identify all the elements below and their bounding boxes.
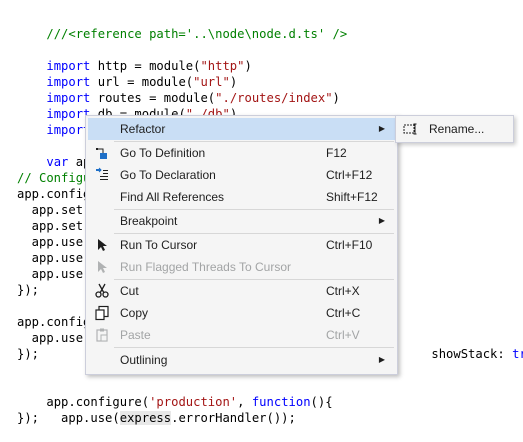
code-line: app.set xyxy=(17,219,84,233)
scissors-icon xyxy=(94,283,110,299)
menu-item-label: Run Flagged Threads To Cursor xyxy=(120,260,291,274)
code-line: }); xyxy=(17,411,40,425)
menu-item-rename[interactable]: Rename... xyxy=(429,122,484,136)
code-text: ) xyxy=(244,59,252,73)
shortcut-label: Shift+F12 xyxy=(326,190,378,204)
shortcut-label: Ctrl+F12 xyxy=(326,168,373,182)
menu-item-go-to-definition[interactable]: Go To Definition F12 xyxy=(88,142,395,164)
shortcut-label: Ctrl+X xyxy=(326,284,360,298)
code-line-import-db: import db = module("./db") xyxy=(17,90,237,121)
menu-separator xyxy=(114,347,394,348)
code-line: app.config xyxy=(17,315,91,329)
shortcut-label: F12 xyxy=(326,146,347,160)
menu-item-refactor[interactable]: Refactor ▶ xyxy=(88,118,395,140)
keyword: import xyxy=(46,123,91,137)
code-line: app.use xyxy=(17,235,84,249)
highlighted-identifier: express xyxy=(119,411,172,425)
refactor-submenu: Rename... xyxy=(395,115,514,143)
code-line: app.use xyxy=(17,267,84,281)
menu-item-label: Go To Declaration xyxy=(120,168,216,182)
rename-icon xyxy=(403,121,419,137)
shortcut-label: Ctrl+F10 xyxy=(326,238,373,252)
code-line-tail: showStack: true xyxy=(402,330,523,361)
code-text: showStack: xyxy=(431,347,513,361)
code-text: (){ xyxy=(310,395,333,409)
code-line-import-http: import http = module("http") xyxy=(17,42,251,73)
code-line-reference: ///<reference path='..\node\node.d.ts' /… xyxy=(17,10,347,41)
keyword: var xyxy=(46,155,69,169)
code-text: app.use( xyxy=(46,411,120,425)
menu-item-label: Find All References xyxy=(120,190,225,204)
context-menu: Refactor ▶ Go To Definition F12 Go To De… xyxy=(85,115,398,375)
comment: ///<reference path='..\node\node.d.ts' /… xyxy=(46,27,348,41)
menu-item-label: Refactor xyxy=(120,122,166,136)
code-line-configure-production: app.configure('production', function(){ xyxy=(17,378,332,409)
menu-item-run-flagged-threads[interactable]: Run Flagged Threads To Cursor xyxy=(88,256,395,278)
menu-item-breakpoint[interactable]: Breakpoint ▶ xyxy=(88,210,395,232)
menu-item-copy[interactable]: Copy Ctrl+C xyxy=(88,302,395,324)
keyword: true xyxy=(512,347,523,361)
code-line-import-routes: import routes = module("./routes/index") xyxy=(17,74,340,105)
copy-icon xyxy=(94,305,110,321)
shortcut-label: Ctrl+C xyxy=(326,306,361,320)
menu-item-label: Paste xyxy=(120,328,151,342)
code-text: .errorHandler()); xyxy=(171,411,296,425)
cursor-icon xyxy=(94,259,110,275)
code-text: ) xyxy=(332,91,340,105)
menu-item-find-all-references[interactable]: Find All References Shift+F12 xyxy=(88,186,395,208)
menu-item-cut[interactable]: Cut Ctrl+X xyxy=(88,280,395,302)
submenu-arrow-icon: ▶ xyxy=(378,124,385,133)
menu-item-paste[interactable]: Paste Ctrl+V xyxy=(88,324,395,346)
menu-item-label: Cut xyxy=(120,284,139,298)
code-line-comment: // Configu xyxy=(17,171,91,185)
submenu-arrow-icon: ▶ xyxy=(378,216,385,225)
code-line: }); xyxy=(17,283,40,297)
shortcut-label: Ctrl+V xyxy=(326,328,360,342)
menu-item-run-to-cursor[interactable]: Run To Cursor Ctrl+F10 xyxy=(88,234,395,256)
menu-item-outlining[interactable]: Outlining ▶ xyxy=(88,349,395,371)
code-line-error-handler: app.use(express.errorHandler()); xyxy=(17,394,296,425)
code-line-import-url: import url = module("url") xyxy=(17,58,237,89)
menu-item-label: Run To Cursor xyxy=(120,238,198,252)
menu-item-label: Outlining xyxy=(120,353,168,367)
code-line: app.use xyxy=(17,331,84,345)
go-to-definition-icon xyxy=(94,145,110,161)
menu-item-go-to-declaration[interactable]: Go To Declaration Ctrl+F12 xyxy=(88,164,395,186)
code-line: }); xyxy=(17,347,40,361)
submenu-arrow-icon: ▶ xyxy=(378,355,385,364)
menu-item-label: Breakpoint xyxy=(120,214,178,228)
menu-item-label: Copy xyxy=(120,306,149,320)
clipboard-icon xyxy=(94,327,110,343)
menu-item-label: Go To Definition xyxy=(120,146,206,160)
cursor-icon xyxy=(94,237,110,253)
code-line: app.set xyxy=(17,203,84,217)
go-to-declaration-icon xyxy=(94,167,110,183)
code-line: app.use xyxy=(17,251,84,265)
